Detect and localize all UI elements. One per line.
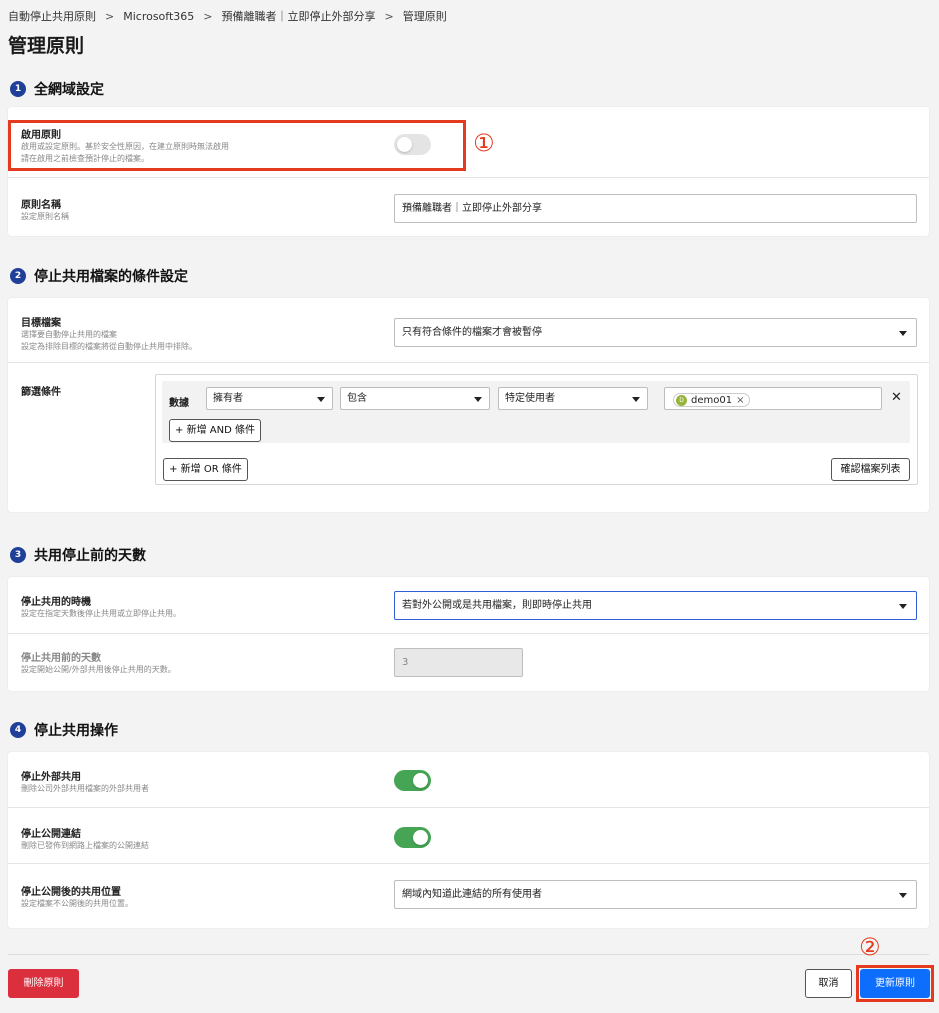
policy-name-label: 原則名稱	[21, 200, 61, 211]
select-value: 特定使用者	[505, 393, 555, 404]
chip-remove-icon[interactable]: ×	[736, 390, 744, 411]
user-chip-label: demo01	[691, 394, 733, 406]
section-title: 共用停止前的天數	[34, 548, 146, 564]
stop-timing-row: 停止共用的時機 設定在指定天數後停止共用或立即停止共用。 若對外公開或是共用檔案…	[8, 577, 929, 634]
filter-value-type-select[interactable]: 特定使用者	[498, 387, 648, 410]
section-header-2: 2 停止共用檔案的條件設定	[10, 266, 188, 286]
breadcrumb-item[interactable]: 預備離職者｜立即停止外部分享	[222, 10, 376, 23]
stop-external-label: 停止外部共用	[21, 772, 81, 783]
toggle-knob	[413, 773, 428, 788]
days-before-label: 停止共用前的天數	[21, 653, 101, 664]
annotation-highlight-box	[8, 120, 466, 171]
share-location-select[interactable]: 網域內知道此連結的所有使用者	[394, 880, 917, 909]
section-number: 1	[10, 81, 26, 97]
share-location-desc: 設定檔案不公開後的共用位置。	[21, 899, 133, 908]
annotation-marker-2: ②	[859, 933, 881, 961]
stop-public-link-label: 停止公開連結	[21, 829, 81, 840]
select-value: 包含	[347, 393, 367, 404]
caret-down-icon	[632, 397, 640, 402]
target-files-select[interactable]: 只有符合條件的檔案才會被暫停	[394, 318, 917, 347]
caret-down-icon	[899, 893, 907, 898]
breadcrumb-item[interactable]: 自動停止共用原則	[8, 10, 96, 23]
add-and-condition-button[interactable]: + 新增 AND 條件	[169, 419, 261, 442]
stop-public-link-toggle[interactable]	[394, 827, 431, 848]
stop-public-link-row: 停止公開連結 刪除已發佈到網路上檔案的公開連結	[8, 808, 929, 864]
section-number: 2	[10, 268, 26, 284]
caret-down-icon	[474, 397, 482, 402]
days-before-desc: 設定開始公開/外部共用後停止共用的天數。	[21, 665, 176, 674]
stop-timing-desc: 設定在指定天數後停止共用或立即停止共用。	[21, 609, 181, 618]
target-files-label: 目標檔案	[21, 318, 61, 329]
filter-field-select[interactable]: 擁有者	[206, 387, 333, 410]
stop-timing-label: 停止共用的時機	[21, 597, 91, 608]
stop-external-desc: 刪除公司外部共用檔案的外部共用者	[21, 784, 149, 793]
filter-user-input[interactable]: D demo01 ×	[664, 387, 882, 410]
stop-external-row: 停止外部共用 刪除公司外部共用檔案的外部共用者	[8, 752, 929, 808]
section-header-4: 4 停止共用操作	[10, 720, 118, 740]
target-files-row: 目標檔案 選擇要自動停止共用的檔案 設定為排除目標的檔案將從自動停止共用中排除。…	[8, 298, 929, 363]
section-title: 停止共用操作	[34, 723, 118, 739]
cancel-button[interactable]: 取消	[805, 969, 852, 998]
stop-external-toggle[interactable]	[394, 770, 431, 791]
section-title: 全網域設定	[34, 82, 104, 98]
share-location-label: 停止公開後的共用位置	[21, 887, 121, 898]
select-value: 網域內知道此連結的所有使用者	[402, 889, 542, 900]
annotation-highlight-box	[856, 965, 934, 1002]
days-before-row: 停止共用前的天數 設定開始公開/外部共用後停止共用的天數。 3	[8, 634, 929, 691]
policy-name-desc: 設定原則名稱	[21, 212, 69, 221]
filter-builder: 數據 擁有者 包含 特定使用者 D demo01 × ✕ + 新增 AND 條件…	[155, 374, 918, 485]
section-card-actions: 停止外部共用 刪除公司外部共用檔案的外部共用者 停止公開連結 刪除已發佈到網路上…	[8, 752, 929, 928]
caret-down-icon	[317, 397, 325, 402]
caret-down-icon	[899, 604, 907, 609]
section-number: 3	[10, 547, 26, 563]
filter-row-label: 數據	[169, 398, 189, 409]
add-or-condition-button[interactable]: + 新增 OR 條件	[163, 458, 248, 481]
breadcrumb: 自動停止共用原則 > Microsoft365 > 預備離職者｜立即停止外部分享 > 管理原…	[8, 8, 447, 24]
section-card-days: 停止共用的時機 設定在指定天數後停止共用或立即停止共用。 若對外公開或是共用檔案…	[8, 577, 929, 691]
policy-name-input[interactable]: 預備離職者｜立即停止外部分享	[394, 194, 917, 223]
policy-name-row: 原則名稱 設定原則名稱 預備離職者｜立即停止外部分享	[8, 178, 929, 236]
remove-condition-icon[interactable]: ✕	[891, 390, 902, 405]
page-title: 管理原則	[8, 35, 85, 57]
section-card-conditions: 目標檔案 選擇要自動停止共用的檔案 設定為排除目標的檔案將從自動停止共用中排除。…	[8, 298, 929, 512]
filter-row: 篩選條件 數據 擁有者 包含 特定使用者 D demo01 × ✕ + 新增 A…	[8, 363, 929, 512]
target-files-desc: 設定為排除目標的檔案將從自動停止共用中排除。	[21, 342, 197, 351]
share-location-row: 停止公開後的共用位置 設定檔案不公開後的共用位置。 網域內知道此連結的所有使用者	[8, 864, 929, 928]
chevron-right-icon: >	[384, 10, 394, 23]
toggle-knob	[413, 830, 428, 845]
user-chip: D demo01 ×	[673, 393, 751, 407]
chevron-right-icon: >	[203, 10, 213, 23]
section-number: 4	[10, 722, 26, 738]
stop-public-link-desc: 刪除已發佈到網路上檔案的公開連結	[21, 841, 149, 850]
annotation-marker-1: ①	[473, 129, 495, 157]
section-title: 停止共用檔案的條件設定	[34, 269, 188, 285]
select-value: 若對外公開或是共用檔案，則即時停止共用	[402, 600, 592, 611]
section-header-3: 3 共用停止前的天數	[10, 545, 146, 565]
select-value: 擁有者	[213, 393, 243, 404]
breadcrumb-item[interactable]: Microsoft365	[123, 10, 194, 23]
filter-operator-select[interactable]: 包含	[340, 387, 490, 410]
days-before-input: 3	[394, 648, 523, 677]
stop-timing-select[interactable]: 若對外公開或是共用檔案，則即時停止共用	[394, 591, 917, 620]
filter-group: 數據 擁有者 包含 特定使用者 D demo01 × ✕ + 新增 AND 條件	[162, 381, 910, 443]
caret-down-icon	[899, 331, 907, 336]
footer-divider	[8, 954, 929, 955]
breadcrumb-item-current: 管理原則	[402, 10, 447, 23]
check-file-list-button[interactable]: 確認檔案列表	[831, 458, 910, 481]
chevron-right-icon: >	[105, 10, 115, 23]
user-avatar: D	[676, 394, 687, 406]
target-files-desc: 選擇要自動停止共用的檔案	[21, 330, 117, 339]
section-header-1: 1 全網域設定	[10, 79, 104, 99]
select-value: 只有符合條件的檔案才會被暫停	[402, 327, 542, 338]
delete-policy-button[interactable]: 刪除原則	[8, 969, 79, 998]
filter-label: 篩選條件	[21, 387, 61, 398]
